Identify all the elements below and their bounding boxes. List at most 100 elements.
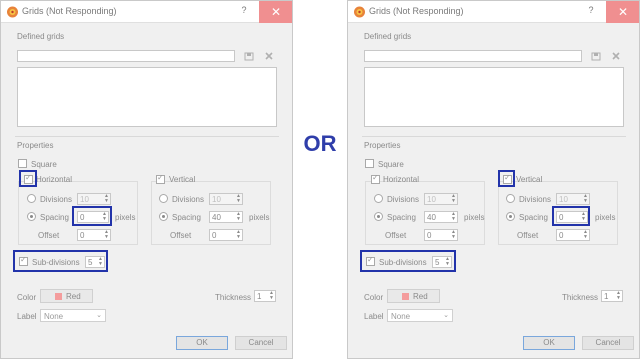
thickness-value: 1 xyxy=(257,292,262,301)
vertical-spacing-value: 0 xyxy=(559,213,564,222)
horizontal-spacing-unit: pixels xyxy=(115,213,136,222)
vertical-spacing-unit: pixels xyxy=(595,213,616,222)
spin-arrows-icon[interactable]: ▲ ▼ xyxy=(235,230,242,240)
label-label: Label xyxy=(364,312,384,321)
spin-arrows-icon[interactable]: ▲ ▼ xyxy=(103,230,110,240)
label-select[interactable]: None ⌄ xyxy=(387,309,453,322)
defined-grids-list[interactable] xyxy=(17,67,277,127)
spin-arrows-icon[interactable]: ▲ ▼ xyxy=(450,194,457,204)
vertical-spacing-radio[interactable] xyxy=(159,212,168,221)
square-checkbox[interactable] xyxy=(18,159,27,168)
vertical-offset-value: 0 xyxy=(212,231,217,240)
spin-arrows-icon[interactable]: ▲ ▼ xyxy=(235,212,242,222)
grid-name-input[interactable] xyxy=(364,50,582,62)
cancel-button[interactable]: Cancel xyxy=(235,336,287,350)
horizontal-spacing-field[interactable]: 40 ▲ ▼ xyxy=(424,211,458,223)
vertical-divisions-field[interactable]: 10 ▲ ▼ xyxy=(209,193,243,205)
spin-arrows-icon[interactable]: ▲ ▼ xyxy=(450,212,457,222)
color-label: Color xyxy=(17,293,37,302)
spin-arrows-icon[interactable]: ▲ ▼ xyxy=(268,291,275,301)
delete-icon[interactable] xyxy=(264,51,274,61)
grids-dialog-left: Grids (Not Responding) ? ✕ Defined grids… xyxy=(0,0,293,359)
subdivisions-label: Sub-divisions xyxy=(379,258,427,267)
horizontal-spacing-field[interactable]: 0 ▲ ▼ xyxy=(77,211,109,223)
defined-grids-heading: Defined grids xyxy=(17,32,65,41)
vertical-spacing-field[interactable]: 0 ▲ ▼ xyxy=(556,211,588,223)
color-label: Color xyxy=(364,293,384,302)
vertical-offset-value: 0 xyxy=(559,231,564,240)
horizontal-offset-field[interactable]: 0 ▲ ▼ xyxy=(77,229,111,241)
spin-arrows-icon[interactable]: ▲ ▼ xyxy=(103,194,110,204)
ok-button[interactable]: OK xyxy=(176,336,228,350)
horizontal-spacing-value: 40 xyxy=(427,213,436,222)
horizontal-divisions-field[interactable]: 10 ▲ ▼ xyxy=(77,193,111,205)
spin-arrows-icon[interactable]: ▲ ▼ xyxy=(582,194,589,204)
vertical-divisions-radio[interactable] xyxy=(159,194,168,203)
help-button[interactable]: ? xyxy=(237,5,251,18)
color-swatch xyxy=(55,293,62,300)
horizontal-offset-label: Offset xyxy=(38,231,60,240)
defined-grids-heading: Defined grids xyxy=(364,32,412,41)
spin-arrows-icon[interactable]: ▲ ▼ xyxy=(444,257,451,267)
vertical-spacing-radio[interactable] xyxy=(506,212,515,221)
label-select[interactable]: None ⌄ xyxy=(40,309,106,322)
horizontal-spacing-radio[interactable] xyxy=(374,212,383,221)
vertical-offset-field[interactable]: 0 ▲ ▼ xyxy=(209,229,243,241)
horizontal-offset-value: 0 xyxy=(80,231,85,240)
grids-dialog-right: Grids (Not Responding) ? ✕ Defined grids… xyxy=(347,0,640,359)
horizontal-checkbox[interactable] xyxy=(24,173,33,184)
subdivisions-field[interactable]: 5 ▲ ▼ xyxy=(85,256,105,268)
thickness-value: 1 xyxy=(604,292,609,301)
vertical-spacing-value: 40 xyxy=(212,213,221,222)
horizontal-checkbox[interactable] xyxy=(371,173,380,184)
color-button[interactable]: Red xyxy=(387,289,440,303)
subdivisions-field[interactable]: 5 ▲ ▼ xyxy=(432,256,452,268)
subdivisions-value: 5 xyxy=(88,258,93,267)
horizontal-divisions-radio[interactable] xyxy=(27,194,36,203)
delete-icon[interactable] xyxy=(611,51,621,61)
vertical-spacing-field[interactable]: 40 ▲ ▼ xyxy=(209,211,243,223)
subdivisions-checkbox[interactable] xyxy=(19,255,28,266)
horizontal-label: Horizontal xyxy=(36,175,73,184)
window-title: Grids (Not Responding) xyxy=(369,6,464,16)
spin-arrows-icon[interactable]: ▲ ▼ xyxy=(580,212,587,222)
spin-arrows-icon[interactable]: ▲ ▼ xyxy=(450,230,457,240)
spin-arrows-icon[interactable]: ▲ ▼ xyxy=(235,194,242,204)
vertical-divisions-field[interactable]: 10 ▲ ▼ xyxy=(556,193,590,205)
subdivisions-checkbox[interactable] xyxy=(366,255,375,266)
cancel-button[interactable]: Cancel xyxy=(582,336,634,350)
spin-arrows-icon[interactable]: ▲ ▼ xyxy=(582,230,589,240)
vertical-divisions-value: 10 xyxy=(212,195,221,204)
save-icon[interactable] xyxy=(591,51,601,61)
horizontal-divisions-field[interactable]: 10 ▲ ▼ xyxy=(424,193,458,205)
divider xyxy=(15,136,279,137)
spin-arrows-icon[interactable]: ▲ ▼ xyxy=(615,291,622,301)
subdivisions-value: 5 xyxy=(435,258,440,267)
horizontal-spacing-radio[interactable] xyxy=(27,212,36,221)
ok-button[interactable]: OK xyxy=(523,336,575,350)
horizontal-divisions-label: Divisions xyxy=(40,195,73,204)
close-button[interactable]: ✕ xyxy=(259,1,292,23)
thickness-field[interactable]: 1 ▲ ▼ xyxy=(254,290,276,302)
vertical-checkbox[interactable] xyxy=(156,173,165,184)
horizontal-offset-field[interactable]: 0 ▲ ▼ xyxy=(424,229,458,241)
save-icon[interactable] xyxy=(244,51,254,61)
square-checkbox[interactable] xyxy=(365,159,374,168)
vertical-offset-field[interactable]: 0 ▲ ▼ xyxy=(556,229,590,241)
spin-arrows-icon[interactable]: ▲ ▼ xyxy=(97,257,104,267)
help-button[interactable]: ? xyxy=(584,5,598,18)
horizontal-divisions-radio[interactable] xyxy=(374,194,383,203)
vertical-checkbox[interactable] xyxy=(503,173,512,184)
grid-name-input[interactable] xyxy=(17,50,235,62)
title-bar: Grids (Not Responding) ? ✕ xyxy=(1,1,292,23)
horizontal-offset-label: Offset xyxy=(385,231,407,240)
vertical-divisions-radio[interactable] xyxy=(506,194,515,203)
app-icon xyxy=(354,6,365,18)
square-label: Square xyxy=(31,160,57,169)
close-button[interactable]: ✕ xyxy=(606,1,639,23)
thickness-field[interactable]: 1 ▲ ▼ xyxy=(601,290,623,302)
label-select-value: None xyxy=(391,312,411,321)
spin-arrows-icon[interactable]: ▲ ▼ xyxy=(101,212,108,222)
color-button[interactable]: Red xyxy=(40,289,93,303)
defined-grids-list[interactable] xyxy=(364,67,624,127)
